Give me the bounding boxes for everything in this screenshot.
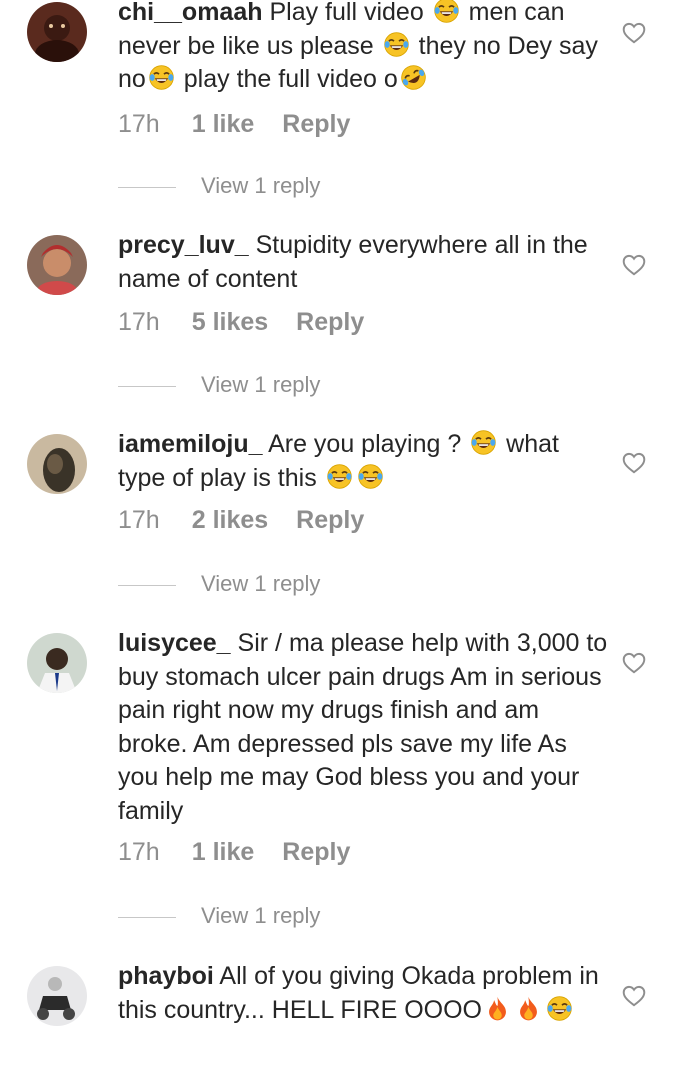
comment-time: 17h — [118, 838, 160, 866]
like-heart-icon[interactable] — [621, 20, 647, 46]
comment-username[interactable]: phayboi — [118, 962, 214, 990]
like-heart-icon[interactable] — [621, 252, 647, 278]
comment-meta: 17h 2 likes Reply — [118, 506, 392, 535]
comment-time: 17h — [118, 308, 160, 336]
comment-time: 17h — [118, 110, 160, 138]
tears-of-joy-emoji — [433, 0, 460, 24]
like-count[interactable]: 2 likes — [192, 506, 268, 534]
tears-of-joy-emoji — [383, 31, 410, 58]
comment-username[interactable]: luisycee_ — [118, 629, 231, 657]
avatar[interactable] — [27, 235, 87, 295]
divider — [118, 385, 176, 387]
divider — [118, 916, 176, 918]
view-replies-button[interactable]: View 1 reply — [118, 903, 320, 929]
comment-time: 17h — [118, 506, 160, 534]
reply-button[interactable]: Reply — [296, 506, 364, 534]
fire-emoji — [515, 995, 542, 1022]
comment-meta: 17h 5 likes Reply — [118, 308, 392, 337]
comment-username[interactable]: chi__omaah — [118, 0, 263, 26]
comment-meta: 17h 1 like Reply — [118, 838, 378, 867]
view-replies-button[interactable]: View 1 reply — [118, 372, 320, 398]
like-count[interactable]: 5 likes — [192, 308, 268, 336]
avatar[interactable] — [27, 966, 87, 1026]
fire-emoji — [484, 995, 511, 1022]
comment-username[interactable]: precy_luv_ — [118, 231, 249, 259]
divider — [118, 186, 176, 188]
reply-button[interactable]: Reply — [296, 308, 364, 336]
avatar[interactable] — [27, 2, 87, 62]
reply-button[interactable]: Reply — [282, 838, 350, 866]
comment-username[interactable]: iamemiloju_ — [118, 430, 263, 458]
avatar[interactable] — [27, 434, 87, 494]
like-count[interactable]: 1 like — [192, 838, 255, 866]
like-heart-icon[interactable] — [621, 450, 647, 476]
comment-text: iamemiloju_ Are you playing ? what type … — [118, 429, 559, 492]
like-heart-icon[interactable] — [621, 650, 647, 676]
like-count[interactable]: 1 like — [192, 110, 255, 138]
tears-of-joy-emoji — [148, 64, 175, 91]
view-replies-button[interactable]: View 1 reply — [118, 173, 320, 199]
divider — [118, 584, 176, 586]
comment-text: precy_luv_ Stupidity everywhere all in t… — [118, 231, 588, 293]
tears-of-joy-emoji — [546, 995, 573, 1022]
comment-text: chi__omaah Play full video men can never… — [118, 0, 608, 97]
rofl-emoji — [400, 64, 427, 91]
tears-of-joy-emoji — [326, 463, 353, 490]
tears-of-joy-emoji — [357, 463, 384, 490]
comment-meta: 17h 1 like Reply — [118, 110, 378, 139]
comment-text: luisycee_ Sir / ma please help with 3,00… — [118, 629, 608, 825]
like-heart-icon[interactable] — [621, 983, 647, 1009]
comment-text: phayboi All of you giving Okada problem … — [118, 962, 599, 1024]
view-replies-button[interactable]: View 1 reply — [118, 571, 320, 597]
avatar[interactable] — [27, 633, 87, 693]
reply-button[interactable]: Reply — [282, 110, 350, 138]
tears-of-joy-emoji — [470, 429, 497, 456]
